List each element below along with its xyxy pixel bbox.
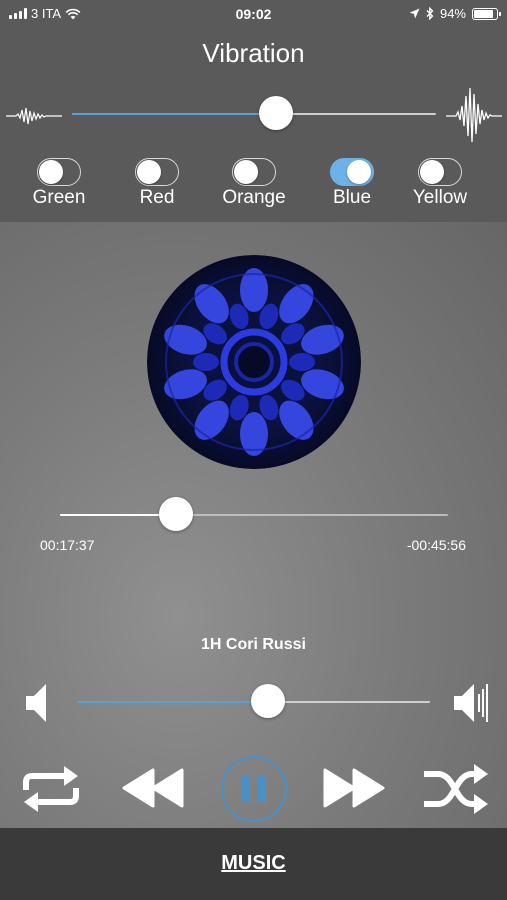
- toggle-green: Green: [9, 158, 109, 209]
- remaining-time: -00:45:56: [406, 537, 466, 553]
- status-bar: 3 ITA 09:02 94%: [0, 0, 507, 28]
- vibration-title: Vibration: [202, 38, 305, 68]
- toggle-knob: [347, 160, 371, 184]
- toggle-yellow-label: Yellow: [412, 187, 468, 208]
- fast-forward-icon[interactable]: [321, 766, 387, 810]
- bluetooth-icon: [426, 7, 434, 20]
- status-right: 94%: [409, 6, 501, 21]
- tab-music[interactable]: MUSIC: [0, 852, 507, 875]
- color-toggles: Green Red Orange Blue Yellow: [0, 158, 507, 214]
- shuffle-icon[interactable]: [422, 762, 490, 816]
- album-artwork: [147, 255, 361, 469]
- vibration-panel: 3 ITA 09:02 94% Vibration Green Red Oran…: [0, 0, 507, 222]
- toggle-yellow: Yellow: [390, 158, 490, 209]
- progress-thumb[interactable]: [158, 497, 193, 531]
- toggle-red-label: Red: [139, 187, 175, 208]
- battery-icon: [472, 7, 501, 20]
- volume-thumb[interactable]: [251, 684, 286, 718]
- battery-fill: [474, 9, 493, 18]
- vibration-slider-fill: [72, 113, 276, 115]
- player-area: 00:17:37 -00:45:56 1H Cori Russi: [0, 222, 507, 828]
- progress-track: [60, 514, 448, 516]
- vibration-slider-thumb[interactable]: [258, 96, 293, 130]
- pause-button[interactable]: [219, 754, 289, 824]
- vibration-slider-track: [72, 113, 436, 115]
- playback-progress-slider[interactable]: [60, 497, 448, 533]
- playback-controls: [0, 752, 507, 822]
- toggle-orange-label: Orange: [222, 187, 286, 208]
- toggle-blue-switch[interactable]: [330, 158, 374, 186]
- elapsed-time: 00:17:37: [40, 537, 95, 553]
- volume-low-icon: [26, 684, 46, 722]
- toggle-knob: [39, 160, 63, 184]
- track-title: 1H Cori Russi: [201, 636, 306, 653]
- bottom-tab-bar: MUSIC: [0, 828, 507, 900]
- volume-fill: [78, 701, 269, 703]
- toggle-green-switch[interactable]: [37, 158, 81, 186]
- pause-icon: [242, 776, 250, 802]
- toggle-green-label: Green: [32, 187, 86, 208]
- location-arrow-icon: [409, 8, 420, 19]
- repeat-icon[interactable]: [18, 764, 84, 814]
- rewind-icon[interactable]: [120, 766, 186, 810]
- battery-percent: 94%: [439, 6, 466, 21]
- toggle-blue-label: Blue: [332, 187, 372, 208]
- toggle-yellow-switch[interactable]: [418, 158, 462, 186]
- volume-high-icon: [454, 684, 488, 722]
- toggle-orange-switch[interactable]: [232, 158, 276, 186]
- weak-vibration-wave-icon: [6, 107, 62, 125]
- toggle-knob: [234, 160, 258, 184]
- toggle-blue: Blue: [302, 158, 402, 209]
- toggle-red: Red: [107, 158, 207, 209]
- toggle-red-switch[interactable]: [135, 158, 179, 186]
- strong-vibration-wave-icon: [446, 87, 502, 143]
- volume-slider[interactable]: [78, 684, 430, 720]
- toggle-knob: [420, 160, 444, 184]
- toggle-orange: Orange: [204, 158, 304, 209]
- vibration-slider[interactable]: [72, 96, 436, 132]
- toggle-knob: [137, 160, 161, 184]
